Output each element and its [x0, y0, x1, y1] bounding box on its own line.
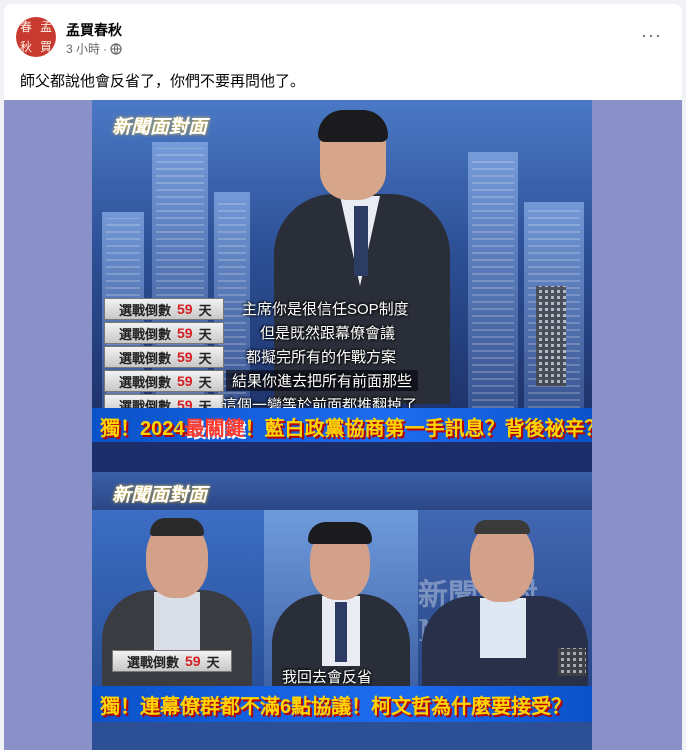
subtitle-line: 但是既然跟幕僚會議 [260, 325, 396, 342]
globe-icon[interactable] [110, 42, 122, 55]
countdown-unit: 天 [198, 374, 212, 390]
countdown-label: 選戰倒數 [127, 654, 180, 670]
frame-topbar: 新聞面對面 [92, 472, 592, 510]
election-countdown: 選戰倒數 59 天 [104, 298, 224, 320]
author-avatar[interactable]: 春 孟 秋 買 [16, 17, 56, 57]
more-options-icon[interactable]: ··· [641, 26, 662, 44]
countdown-number: 59 [177, 373, 193, 389]
countdown-number: 59 [185, 653, 201, 669]
post-image[interactable]: 新聞面對面 選戰倒數 59 天 選戰倒數 59 天 選戰倒數 59 天 選戰倒數… [4, 100, 682, 750]
banner-text: ！藍白政黨協商第一手訊息？背後祕辛？ [244, 417, 593, 440]
qr-code [558, 648, 586, 676]
show-logo: 新聞面對面 [112, 484, 208, 506]
headline-banner: 獨！連幕僚群都不滿6點協議！ 柯文哲為什麼要接受？ [92, 686, 592, 722]
facebook-post: 春 孟 秋 買 孟買春秋 3 小時 · ··· 師父都說他會反省了，你們不要再問… [4, 4, 682, 750]
countdown-label: 選戰倒數 [119, 302, 172, 318]
countdown-label: 選戰倒數 [119, 374, 172, 390]
avatar-char: 孟 [39, 20, 52, 34]
headline-banner: 獨！2024 最關鍵 ！藍白政黨協商第一手訊息？背後祕辛？ [92, 408, 592, 442]
subtitle-line: 主席你是很信任SOP制度 [242, 301, 409, 318]
election-countdown: 選戰倒數 59 天 [104, 370, 224, 392]
qr-code [536, 286, 566, 386]
show-logo: 新聞面對面 [112, 116, 208, 138]
post-text: 師父都說他會反省了，你們不要再問他了。 [20, 73, 306, 90]
subtitle-line: 都擬完所有的作戰方案 [246, 349, 397, 366]
election-countdown: 選戰倒數 59 天 [104, 322, 224, 344]
countdown-unit: 天 [198, 302, 212, 318]
post-header: 春 孟 秋 買 孟買春秋 3 小時 · ··· [4, 4, 682, 64]
post-time[interactable]: 3 小時 [66, 40, 100, 57]
news-frame-top: 新聞面對面 選戰倒數 59 天 選戰倒數 59 天 選戰倒數 59 天 選戰倒數… [92, 100, 592, 442]
avatar-char: 買 [39, 40, 52, 54]
banner-text: 獨！2024 [100, 417, 185, 440]
election-countdown: 選戰倒數 59 天 [112, 650, 232, 672]
countdown-unit: 天 [198, 350, 212, 366]
banner-text-highlight: 最關鍵 [184, 417, 245, 440]
news-frame-bottom: 新聞面對面 選戰倒數 59 天 我回去會反省 獨！連幕僚群都不滿6點協議！ 柯文… [92, 472, 592, 750]
subtitle-line: 結果你進去把所有前面那些 [226, 370, 419, 391]
avatar-char: 秋 [19, 40, 32, 54]
skyline-building [468, 152, 518, 442]
banner-text: 柯文哲為什麼要接受？ [371, 695, 572, 718]
banner-text: 獨！連幕僚群都不滿6點協議！ [100, 695, 372, 718]
avatar-char: 春 [19, 20, 32, 34]
post-meta: 3 小時 · [66, 40, 122, 57]
countdown-unit: 天 [198, 326, 212, 342]
meta-separator: · [103, 41, 108, 56]
election-countdown: 選戰倒數 59 天 [104, 346, 224, 368]
countdown-number: 59 [177, 349, 193, 365]
subtitle-line: 我回去會反省 [282, 669, 373, 686]
countdown-unit: 天 [206, 654, 220, 670]
countdown-number: 59 [177, 301, 193, 317]
countdown-label: 選戰倒數 [119, 326, 172, 342]
author-name[interactable]: 孟買春秋 [66, 20, 122, 40]
countdown-number: 59 [177, 325, 193, 341]
countdown-label: 選戰倒數 [119, 350, 172, 366]
news-screenshot-collage: 新聞面對面 選戰倒數 59 天 選戰倒數 59 天 選戰倒數 59 天 選戰倒數… [92, 100, 592, 750]
